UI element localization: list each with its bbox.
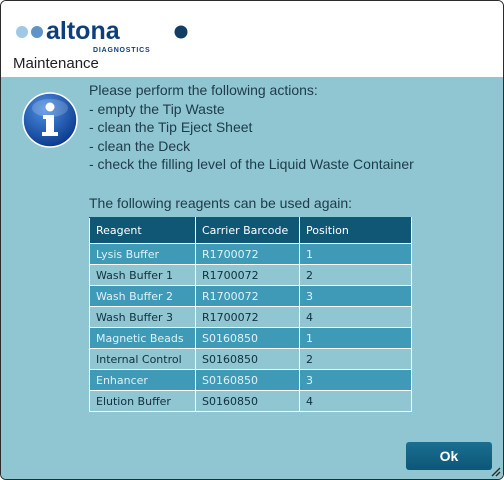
reagents-table: Reagent Carrier Barcode Position Lysis B… bbox=[89, 217, 412, 412]
column-header-reagent: Reagent bbox=[89, 217, 196, 244]
reagent-cell: Internal Control bbox=[89, 348, 196, 370]
table-row[interactable]: Magnetic Beads S0160850 1 bbox=[89, 327, 412, 349]
altona-diagnostics-logo: altona DIAGNOSTICS bbox=[16, 17, 188, 54]
barcode-cell: S0160850 bbox=[195, 369, 300, 391]
barcode-cell: R1700072 bbox=[195, 306, 300, 328]
action-item: - clean the Deck bbox=[89, 137, 191, 154]
reagent-cell: Lysis Buffer bbox=[89, 243, 196, 265]
column-header-position: Position bbox=[299, 217, 412, 244]
column-header-carrier-barcode: Carrier Barcode bbox=[195, 217, 300, 244]
table-row[interactable]: Wash Buffer 3 R1700072 4 bbox=[89, 306, 412, 328]
table-row[interactable]: Elution Buffer S0160850 4 bbox=[89, 390, 412, 412]
position-cell: 4 bbox=[299, 306, 412, 328]
reagent-cell: Elution Buffer bbox=[89, 390, 196, 412]
table-row[interactable]: Lysis Buffer R1700072 1 bbox=[89, 243, 412, 265]
dialog-header: altona DIAGNOSTICS Maintenance bbox=[1, 1, 503, 77]
svg-text:altona: altona bbox=[46, 17, 121, 45]
table-row[interactable]: Wash Buffer 2 R1700072 3 bbox=[89, 285, 412, 307]
barcode-cell: R1700072 bbox=[195, 243, 300, 265]
position-cell: 1 bbox=[299, 327, 412, 349]
reagent-cell: Wash Buffer 2 bbox=[89, 285, 196, 307]
action-item: - empty the Tip Waste bbox=[89, 100, 225, 117]
maintenance-dialog: altona DIAGNOSTICS Maintenance Please pe… bbox=[0, 0, 504, 480]
reagent-cell: Enhancer bbox=[89, 369, 196, 391]
reagent-cell: Magnetic Beads bbox=[89, 327, 196, 349]
dialog-content: Please perform the following actions: - … bbox=[1, 77, 503, 479]
table-row[interactable]: Enhancer S0160850 3 bbox=[89, 369, 412, 391]
dialog-title: Maintenance bbox=[13, 55, 99, 72]
barcode-cell: S0160850 bbox=[195, 348, 300, 370]
message-heading: Please perform the following actions: bbox=[89, 82, 318, 98]
resize-grip-icon[interactable] bbox=[489, 465, 501, 477]
position-cell: 3 bbox=[299, 285, 412, 307]
action-item: - clean the Tip Eject Sheet bbox=[89, 119, 253, 135]
barcode-cell: S0160850 bbox=[195, 390, 300, 412]
maintenance-message: Please perform the following actions: - … bbox=[89, 81, 493, 174]
position-cell: 4 bbox=[299, 390, 412, 412]
table-row[interactable]: Wash Buffer 1 R1700072 2 bbox=[89, 264, 412, 286]
ok-button[interactable]: Ok bbox=[406, 442, 492, 470]
position-cell: 2 bbox=[299, 264, 412, 286]
action-item: - check the filling level of the Liquid … bbox=[89, 156, 414, 172]
barcode-cell: S0160850 bbox=[195, 327, 300, 349]
position-cell: 2 bbox=[299, 348, 412, 370]
position-cell: 1 bbox=[299, 243, 412, 265]
position-cell: 3 bbox=[299, 369, 412, 391]
barcode-cell: R1700072 bbox=[195, 264, 300, 286]
reagent-cell: Wash Buffer 1 bbox=[89, 264, 196, 286]
reagent-cell: Wash Buffer 3 bbox=[89, 306, 196, 328]
barcode-cell: R1700072 bbox=[195, 285, 300, 307]
info-icon bbox=[22, 92, 78, 148]
reagents-title: The following reagents can be used again… bbox=[89, 195, 353, 211]
svg-text:DIAGNOSTICS: DIAGNOSTICS bbox=[93, 47, 150, 54]
table-row[interactable]: Internal Control S0160850 2 bbox=[89, 348, 412, 370]
table-header-row: Reagent Carrier Barcode Position bbox=[89, 217, 412, 244]
